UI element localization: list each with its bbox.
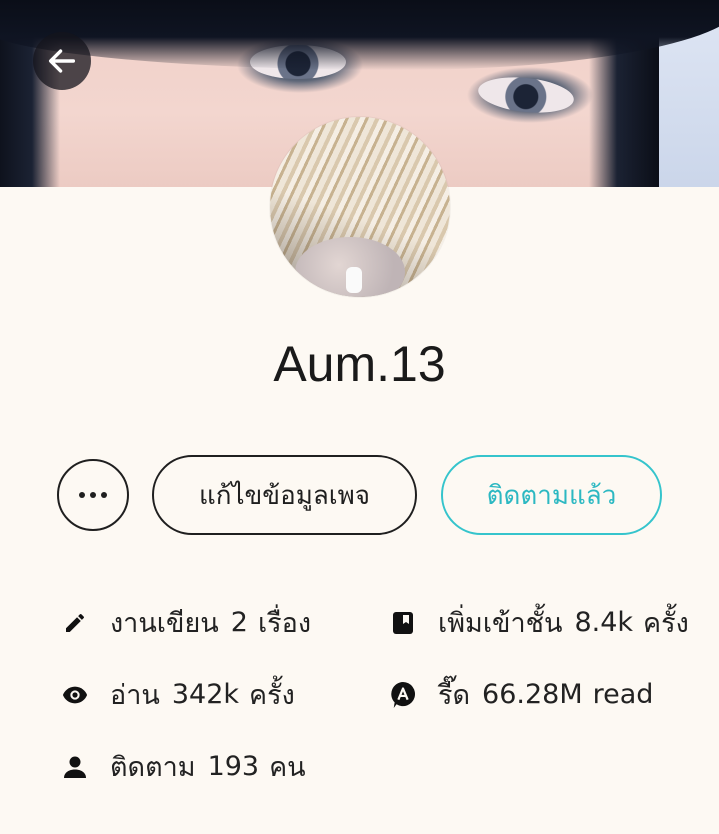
profile-avatar[interactable]: [270, 117, 450, 297]
stat-followers-label: ติดตาม: [110, 752, 196, 783]
arrow-left-icon: [48, 49, 76, 73]
more-horizontal-icon: [79, 492, 107, 498]
stat-shelf-value: 8.4k: [574, 607, 634, 638]
back-button[interactable]: [33, 32, 91, 90]
eye-icon: [62, 682, 88, 708]
bookmark-book-icon: [390, 610, 416, 636]
following-button[interactable]: ติดตามแล้ว: [441, 455, 662, 535]
stat-followers: ติดตาม 193 คน: [62, 745, 306, 788]
stat-shelf-label: เพิ่มเข้าชั้น: [438, 608, 563, 639]
readawrite-badge-icon: [390, 681, 416, 708]
stat-shelf: เพิ่มเข้าชั้น 8.4k ครั้ง: [390, 601, 689, 644]
person-icon: [62, 754, 88, 780]
stat-reads: อ่าน 342k ครั้ง: [62, 673, 295, 716]
cover-eye-right: [476, 73, 576, 117]
stat-reads-unit: ครั้ง: [249, 680, 295, 711]
avatar-earring: [346, 267, 362, 293]
stat-shelf-unit: ครั้ง: [643, 608, 689, 639]
edit-page-button[interactable]: แก้ไขข้อมูลเพจ: [152, 455, 417, 535]
profile-name: Aum.13: [273, 336, 446, 392]
stat-readcoin: รี๊ด 66.28M read: [390, 673, 653, 716]
stat-works: งานเขียน 2 เรื่อง: [62, 601, 311, 644]
stat-readcoin-unit: read: [592, 679, 654, 710]
more-options-button[interactable]: [57, 459, 129, 531]
stat-works-unit: เรื่อง: [257, 608, 312, 639]
stat-works-label: งานเขียน: [110, 608, 219, 639]
stat-followers-unit: คน: [269, 752, 306, 783]
stat-readcoin-value: 66.28M: [482, 679, 583, 710]
pencil-icon: [62, 610, 88, 636]
stat-followers-value: 193: [207, 751, 260, 782]
stat-works-value: 2: [230, 607, 248, 638]
stat-readcoin-label: รี๊ด: [438, 680, 471, 711]
stat-reads-value: 342k: [171, 679, 240, 710]
stat-reads-label: อ่าน: [110, 680, 160, 711]
